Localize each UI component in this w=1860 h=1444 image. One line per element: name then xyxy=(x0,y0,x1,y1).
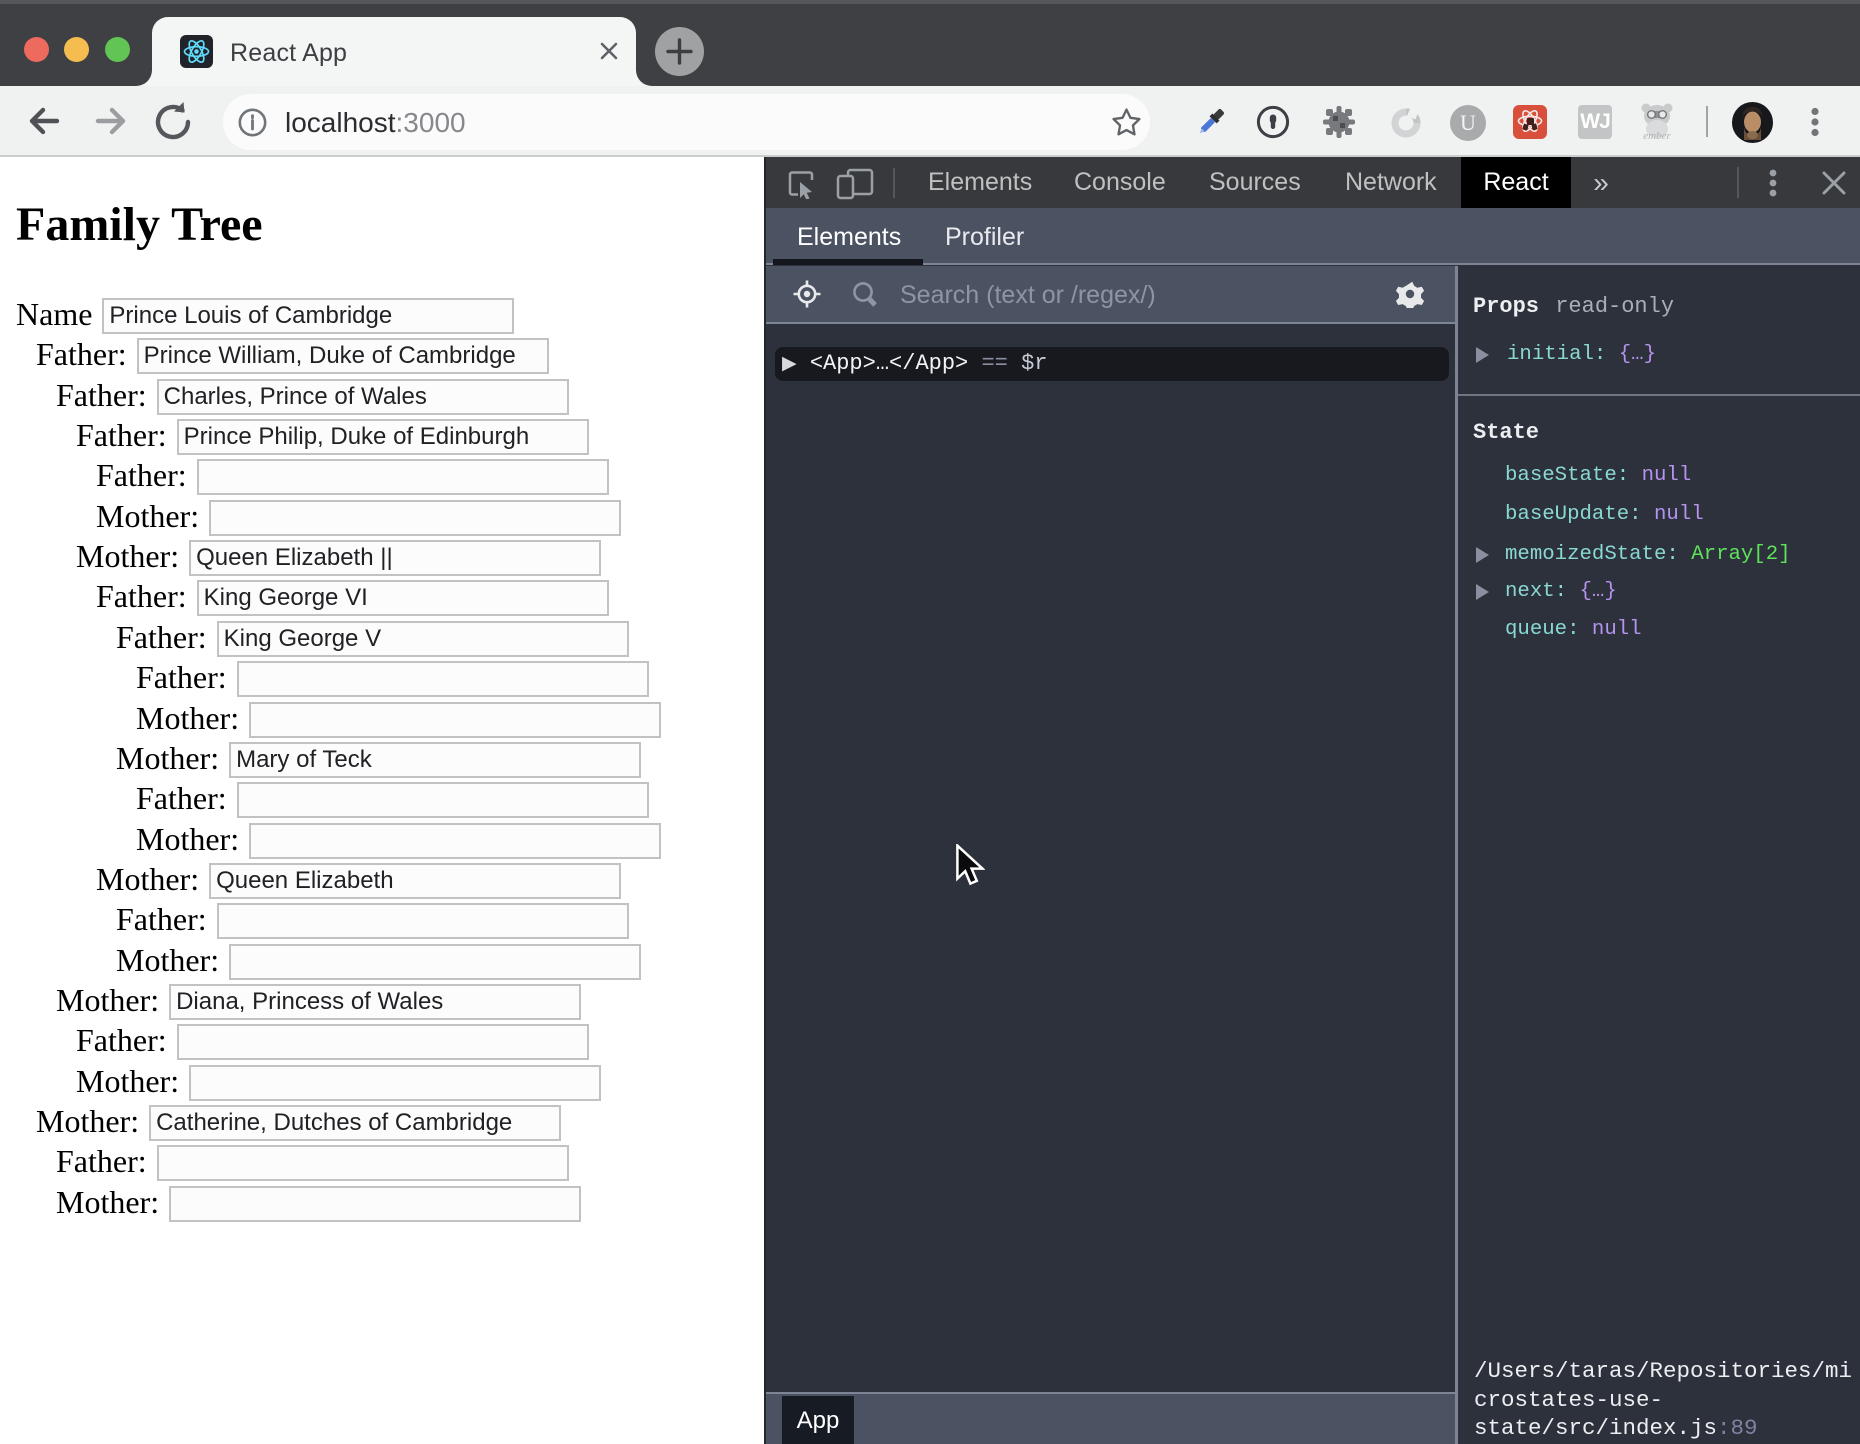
svg-text:ember: ember xyxy=(1643,130,1671,142)
